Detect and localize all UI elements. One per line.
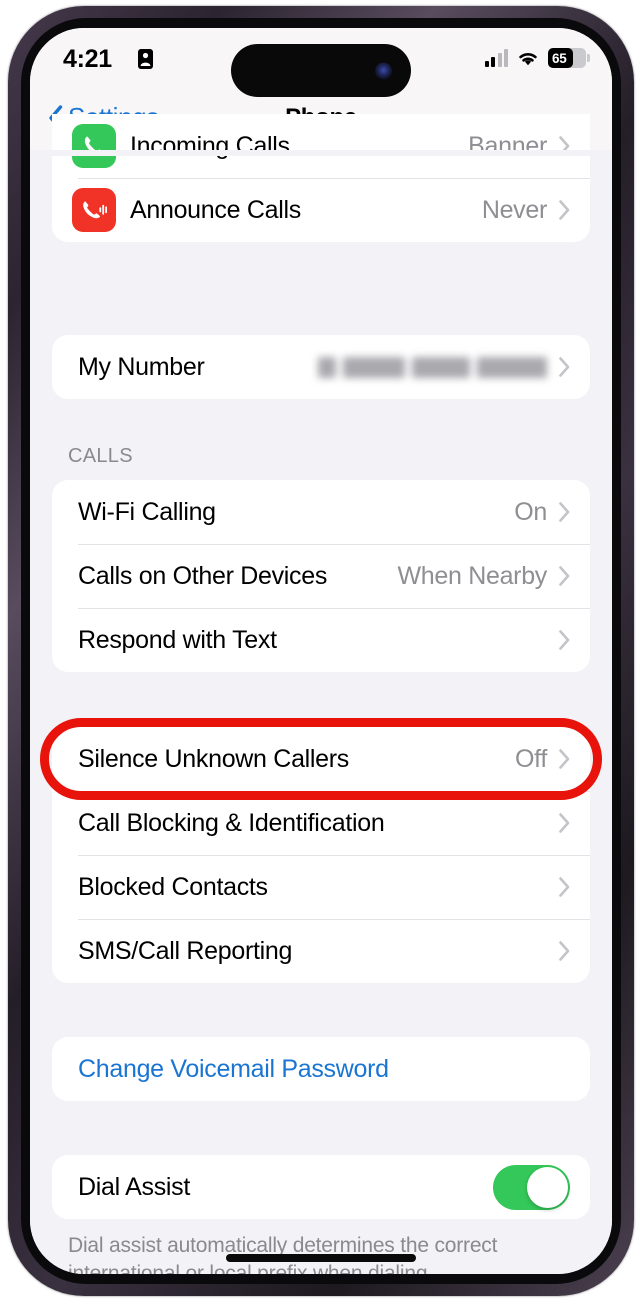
cellular-signal-icon xyxy=(484,49,508,67)
redacted-phone-number xyxy=(318,356,547,378)
scroll-clip-mask xyxy=(30,150,612,156)
section-header-calls: CALLS xyxy=(68,445,133,467)
group-calls: Wi-Fi Calling On Calls on Other Devices … xyxy=(52,480,590,672)
row-incoming-calls[interactable]: Incoming Calls Banner xyxy=(52,114,590,178)
row-value: Never xyxy=(481,195,547,224)
home-indicator xyxy=(226,1254,416,1262)
chevron-right-icon xyxy=(559,630,570,650)
row-sms-call-reporting[interactable]: SMS/Call Reporting xyxy=(52,919,590,983)
row-label: Silence Unknown Callers xyxy=(78,744,350,773)
row-silence-unknown-callers[interactable]: Silence Unknown Callers Off xyxy=(52,727,590,791)
announce-calls-red-icon xyxy=(72,188,116,232)
row-label: Announce Calls xyxy=(130,195,301,224)
chevron-right-icon xyxy=(559,566,570,586)
screenshot-stage: 4:21 65 Incoming Calls Banner Announce C… xyxy=(0,0,642,1301)
group-my-number: My Number xyxy=(52,335,590,399)
chevron-right-icon xyxy=(559,877,570,897)
chevron-right-icon xyxy=(559,749,570,769)
phone-green-icon xyxy=(72,124,116,168)
row-label: Blocked Contacts xyxy=(78,872,268,901)
row-label: SMS/Call Reporting xyxy=(78,936,293,965)
row-label: Respond with Text xyxy=(78,625,277,654)
row-blocked-contacts[interactable]: Blocked Contacts xyxy=(52,855,590,919)
row-label: Wi-Fi Calling xyxy=(78,497,216,526)
row-announce-calls[interactable]: Announce Calls Never xyxy=(52,178,590,242)
status-bar-time: 4:21 xyxy=(63,45,112,73)
wifi-icon xyxy=(519,52,537,66)
dial-assist-toggle[interactable] xyxy=(493,1164,570,1210)
row-label: Incoming Calls xyxy=(130,131,290,160)
row-value: Off xyxy=(515,744,547,773)
dial-assist-footer-note: Dial assist automatically determines the… xyxy=(68,1234,498,1274)
battery-icon: 65 xyxy=(548,48,590,68)
settings-scroll-content[interactable]: Incoming Calls Banner Announce Calls Nev… xyxy=(30,114,612,1274)
status-bar-indicators: 65 xyxy=(484,48,590,68)
row-wifi-calling[interactable]: Wi-Fi Calling On xyxy=(52,480,590,544)
group-dial-assist: Dial Assist xyxy=(52,1155,590,1219)
group-call-blocking: Silence Unknown Callers Off Call Blockin… xyxy=(52,727,590,983)
dynamic-island xyxy=(231,44,411,97)
row-label: Calls on Other Devices xyxy=(78,561,328,590)
chevron-right-icon xyxy=(559,941,570,961)
chevron-right-icon xyxy=(559,357,570,377)
group-voicemail: Change Voicemail Password xyxy=(52,1037,590,1101)
row-calls-on-other-devices[interactable]: Calls on Other Devices When Nearby xyxy=(52,544,590,608)
battery-percentage: 65 xyxy=(552,50,567,66)
row-respond-with-text[interactable]: Respond with Text xyxy=(52,608,590,672)
row-call-blocking-identification[interactable]: Call Blocking & Identification xyxy=(52,791,590,855)
toggle-knob xyxy=(527,1166,568,1208)
row-value: On xyxy=(514,497,547,526)
chevron-right-icon xyxy=(559,200,570,220)
row-value: When Nearby xyxy=(397,561,547,590)
row-change-voicemail-password[interactable]: Change Voicemail Password xyxy=(52,1037,590,1101)
group-notifications: Incoming Calls Banner Announce Calls Nev… xyxy=(52,114,590,242)
chevron-right-icon xyxy=(559,813,570,833)
phone-screen: 4:21 65 Incoming Calls Banner Announce C… xyxy=(30,28,612,1274)
row-dial-assist: Dial Assist xyxy=(52,1155,590,1219)
row-label: My Number xyxy=(78,352,205,381)
row-label: Change Voicemail Password xyxy=(78,1054,389,1083)
row-label: Dial Assist xyxy=(78,1172,191,1201)
front-camera-lens xyxy=(375,62,392,79)
row-my-number[interactable]: My Number xyxy=(52,335,590,399)
person-lock-icon xyxy=(138,49,153,69)
chevron-right-icon xyxy=(559,502,570,522)
row-value: Banner xyxy=(468,131,547,160)
row-label: Call Blocking & Identification xyxy=(78,808,385,837)
